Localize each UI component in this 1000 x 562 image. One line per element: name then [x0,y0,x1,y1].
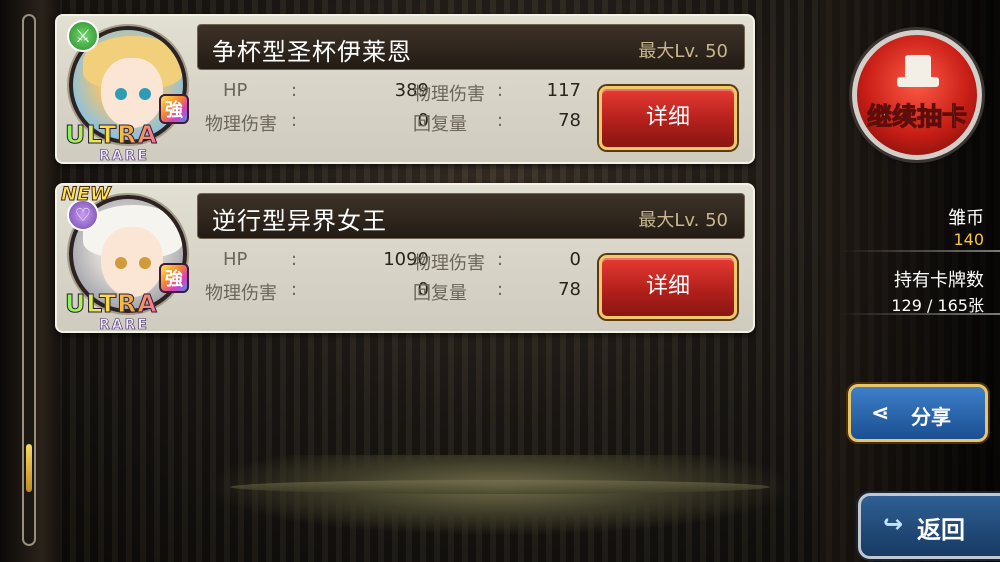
character-eye [115,257,127,269]
back-button[interactable]: ↪ 返回 [858,493,1000,559]
rarity-ultra-label: ULTRA [65,289,205,319]
stat-def-label: 物理伤害 [205,114,277,135]
return-arrow-icon: ↪ [883,510,904,538]
crossed-swords-icon: ⚔ [67,20,99,52]
stat-colon: : [497,279,504,300]
card-name: 逆行型异界女王 [212,207,387,235]
card-stats: HP : 389 物理伤害 : 117 物理伤害 : 0 回复量 : 78 [205,80,585,160]
stat-colon: : [291,80,298,101]
list-scrollbar[interactable] [22,14,36,546]
share-button[interactable]: ⋖ 分享 [848,384,988,442]
currency-value: 140 [953,230,984,249]
stat-heal-label: 回复量 [413,114,467,135]
max-level: 最大Lv. 50 [638,210,728,231]
card-portrait[interactable]: ⚔ 強 ULTRA RARE [63,20,199,164]
stat-hp-label: HP [223,80,248,101]
share-label: 分享 [911,405,951,429]
stat-colon: : [497,80,504,101]
character-eye [115,88,127,100]
stat-colon: : [291,249,298,270]
rarity-rare-label: RARE [99,317,149,334]
card-row: ♡ NEW 強 ULTRA RARE 逆行型异界女王 最大Lv. 50 HP :… [55,183,755,333]
divider [840,313,1000,315]
stat-colon: : [497,249,504,270]
card-count-label: 持有卡牌数 [894,270,984,291]
stat-heal-value: 78 [558,279,581,300]
new-badge: NEW [61,183,112,206]
stat-atk-label: 物理伤害 [413,253,485,274]
stat-atk-value: 117 [546,80,581,101]
card-name-bar: 争杯型圣杯伊莱恩 最大Lv. 50 [197,24,745,70]
detail-button[interactable]: 详细 [599,86,737,150]
stat-colon: : [291,279,298,300]
character-face [101,58,163,128]
max-level: 最大Lv. 50 [638,41,728,62]
stat-colon: : [497,110,504,131]
stat-heal-label: 回复量 [413,283,467,304]
stat-heal-value: 78 [558,110,581,131]
stat-atk-label: 物理伤害 [413,84,485,105]
continue-gacha-label: 继续抽卡 [866,102,967,132]
card-name-bar: 逆行型异界女王 最大Lv. 50 [197,193,745,239]
back-label: 返回 [917,516,965,544]
share-icon: ⋖ [871,401,890,426]
character-face [101,227,163,297]
character-eye [139,257,151,269]
stat-colon: : [291,110,298,131]
card-portrait[interactable]: ♡ NEW 強 ULTRA RARE [61,183,199,333]
card-row: ⚔ 強 ULTRA RARE 争杯型圣杯伊莱恩 最大Lv. 50 HP : 38… [55,14,755,164]
divider [840,250,1000,252]
character-eye [139,88,151,100]
continue-gacha-button[interactable]: 继续抽卡 [852,30,982,160]
stat-def-label: 物理伤害 [205,283,277,304]
scrollbar-thumb[interactable] [26,444,32,492]
stat-hp-label: HP [223,249,248,270]
rarity-ultra-label: ULTRA [65,120,205,150]
background-floor-ring [230,480,770,494]
currency-label: 雏币 [948,208,984,229]
rarity-rare-label: RARE [99,148,149,165]
stat-atk-value: 0 [569,249,581,270]
card-name: 争杯型圣杯伊莱恩 [212,38,412,66]
background-floor [210,455,790,535]
gacha-machine-icon [897,55,939,87]
detail-button[interactable]: 详细 [599,255,737,319]
card-stats: HP : 1090 物理伤害 : 0 物理伤害 : 0 回复量 : 78 [205,249,585,329]
